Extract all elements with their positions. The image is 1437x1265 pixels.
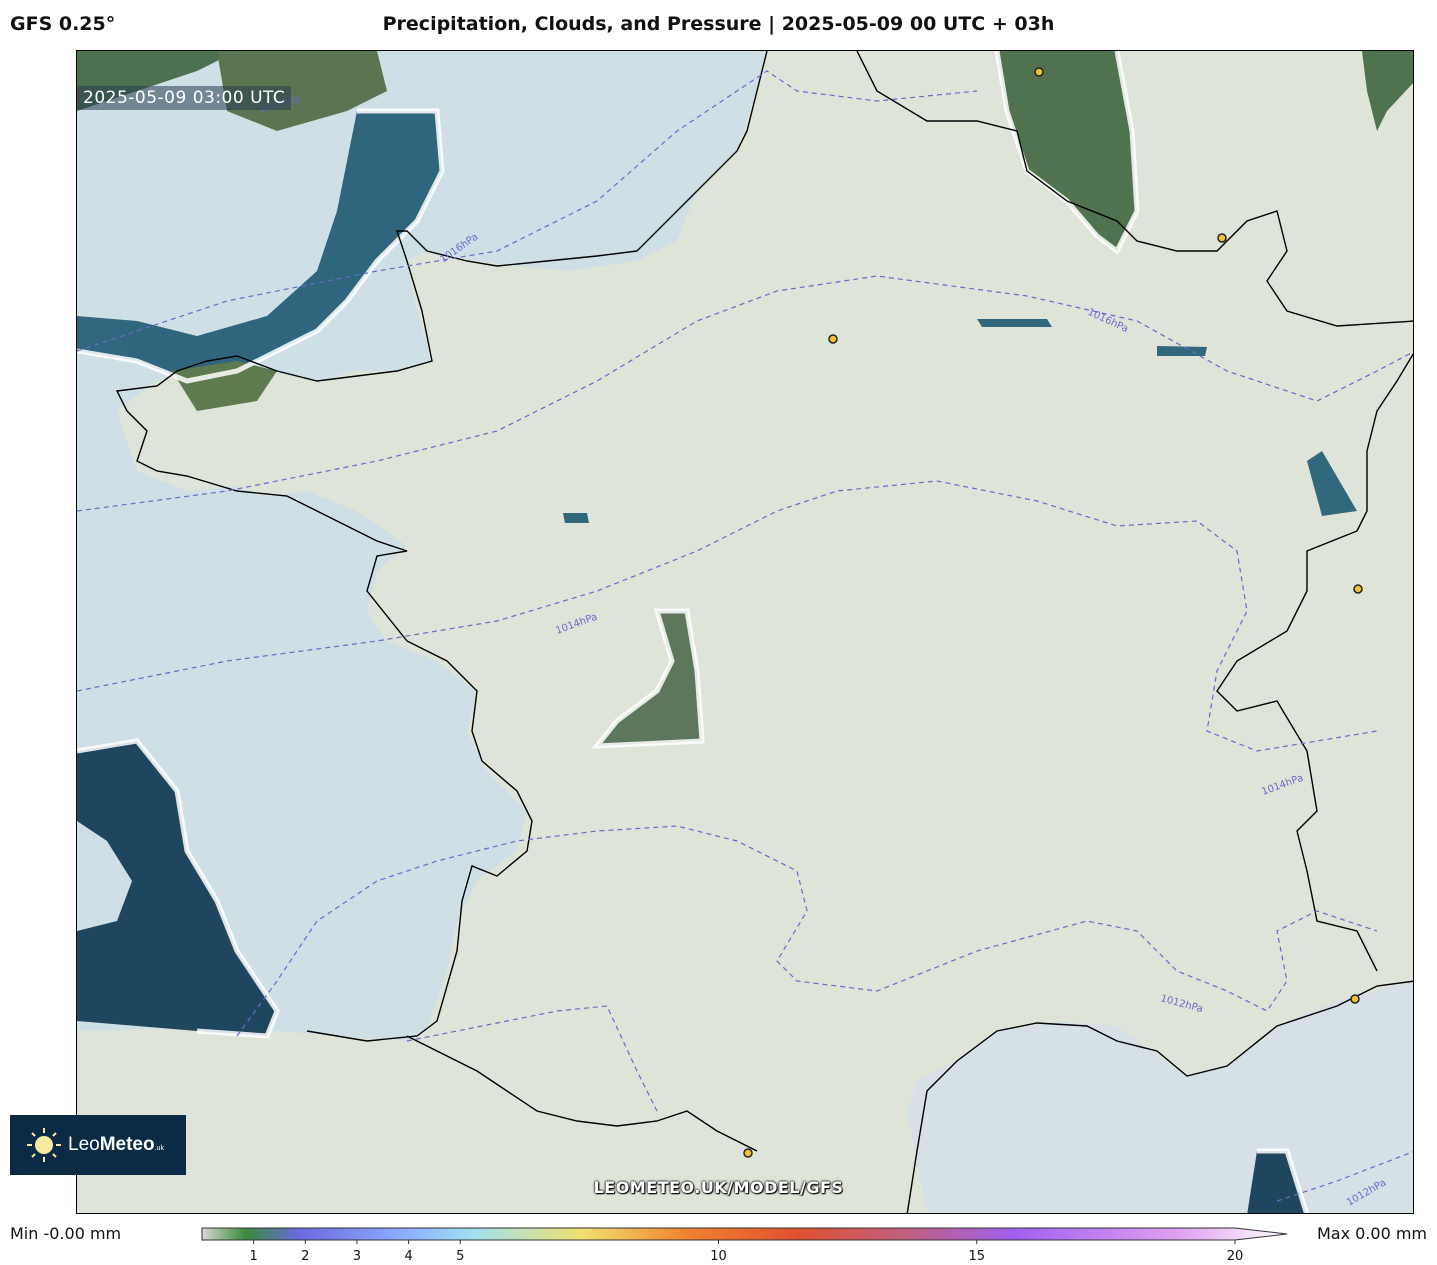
map-canvas: 1018hPa 1016hPa 1016hPa 1014hPa 1014hPa … [77, 51, 1413, 1213]
sun-icon [27, 1128, 61, 1162]
logo-text: LeoMeteo.uk [68, 1134, 164, 1155]
colorbar-tick-label: 5 [456, 1249, 465, 1264]
watermark: LEOMETEO.UK/MODEL/GFS [593, 1178, 844, 1197]
valid-time-badge: 2025-05-09 03:00 UTC [77, 86, 292, 110]
colorbar-tick-label: 10 [710, 1249, 727, 1264]
header: GFS 0.25° Precipitation, Clouds, and Pre… [0, 0, 1437, 50]
leometeo-logo[interactable]: LeoMeteo.uk [10, 1115, 186, 1175]
colorbar-ticks [253, 1240, 1236, 1244]
colorbar-max-label: Max 0.00 mm [1316, 1224, 1427, 1243]
colorbar-tick-label: 1 [249, 1249, 258, 1264]
colorbar-tick-label: 2 [301, 1249, 310, 1264]
map-panel[interactable]: 1018hPa 1016hPa 1016hPa 1014hPa 1014hPa … [76, 50, 1414, 1214]
chart-title: Precipitation, Clouds, and Pressure | 20… [382, 13, 1055, 35]
colorbar-tick-label: 4 [404, 1249, 413, 1264]
colorbar-tick-label: 3 [352, 1249, 362, 1264]
colorbar-tick-label: 20 [1226, 1249, 1244, 1264]
colorbar-bar [201, 1227, 1288, 1241]
colorbar-min-label: Min -0.00 mm [10, 1224, 122, 1243]
colorbar [201, 1227, 1288, 1244]
colorbar-tick-label: 15 [968, 1249, 986, 1264]
